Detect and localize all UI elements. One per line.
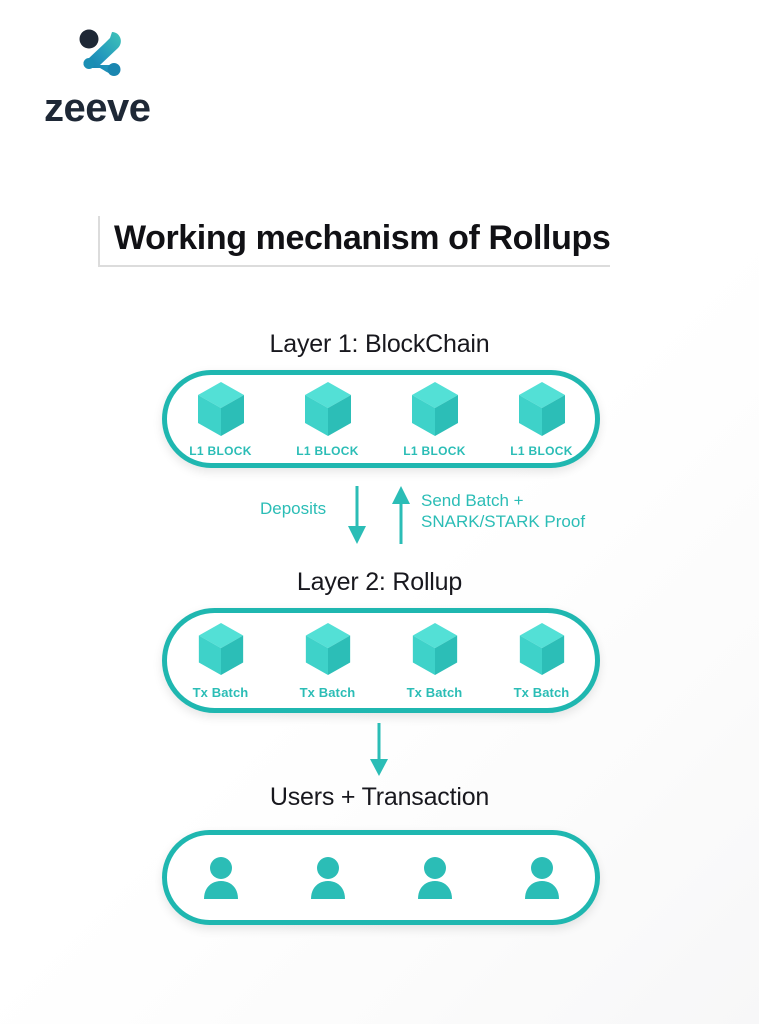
cube-icon [197, 382, 244, 436]
cube-icon [519, 623, 564, 676]
layer1-block-0[interactable]: L1 BLOCK [171, 380, 271, 458]
brand-wordmark: zeeve [44, 86, 151, 130]
person-icon [310, 856, 345, 899]
layer1-layer2-flow: Deposits Send Batch + SNARK/STARK Proof [0, 480, 759, 560]
arrow-down-icon [370, 723, 388, 776]
layer1-block-1[interactable]: L1 BLOCK [278, 380, 378, 458]
user-3[interactable] [492, 855, 592, 901]
layer2-heading: Layer 2: Rollup [296, 568, 463, 596]
layer1-block-label: L1 BLOCK [296, 444, 359, 458]
layer2-batch-1[interactable]: Tx Batch [278, 621, 378, 700]
layer2-batch-3[interactable]: Tx Batch [492, 621, 592, 700]
layer1-block-label: L1 BLOCK [189, 444, 252, 458]
send-batch-label: Send Batch + SNARK/STARK Proof [421, 490, 585, 533]
layer2-batch-label: Tx Batch [299, 685, 356, 700]
layer2-batch-label: Tx Batch [513, 685, 570, 700]
layer1-block-label: L1 BLOCK [510, 444, 573, 458]
layer2-container: Tx Batch Tx Batch Tx Batch Tx Batch [162, 608, 600, 713]
cube-icon [411, 382, 458, 436]
layer1-block-2[interactable]: L1 BLOCK [385, 380, 485, 458]
send-batch-label-line2: SNARK/STARK Proof [421, 512, 586, 532]
person-icon [524, 856, 559, 899]
cube-icon [412, 623, 457, 676]
layer1-heading: Layer 1: BlockChain [269, 330, 490, 358]
brand-logo[interactable]: zeeve [44, 26, 244, 128]
layer1-container: L1 BLOCK L1 BLOCK L1 BLOCK L1 BLOCK [162, 370, 600, 468]
user-2[interactable] [385, 855, 485, 901]
person-icon [203, 856, 238, 899]
page-title: Working mechanism of Rollups [98, 216, 611, 267]
user-1[interactable] [278, 855, 378, 901]
layer2-batch-2[interactable]: Tx Batch [385, 621, 485, 700]
layer2-batch-label: Tx Batch [192, 685, 249, 700]
deposits-label: Deposits [260, 499, 327, 518]
layer1-block-3[interactable]: L1 BLOCK [492, 380, 592, 458]
person-icon [417, 856, 452, 899]
arrow-down-icon [348, 486, 366, 544]
layer2-batch-label: Tx Batch [406, 685, 463, 700]
layer2-batch-0[interactable]: Tx Batch [171, 621, 271, 700]
user-0[interactable] [171, 855, 271, 901]
users-container [162, 830, 600, 925]
cube-icon [518, 382, 565, 436]
layer1-block-label: L1 BLOCK [403, 444, 466, 458]
send-batch-label-line1: Send Batch + [421, 491, 524, 510]
cube-icon [304, 382, 351, 436]
cube-icon [198, 623, 243, 676]
cube-icon [305, 623, 350, 676]
zeeve-logo-mark-icon [79, 29, 121, 76]
page-title-text: Working mechanism of Rollups [114, 219, 611, 257]
arrow-up-icon [392, 486, 410, 544]
users-heading: Users + Transaction [269, 783, 490, 811]
